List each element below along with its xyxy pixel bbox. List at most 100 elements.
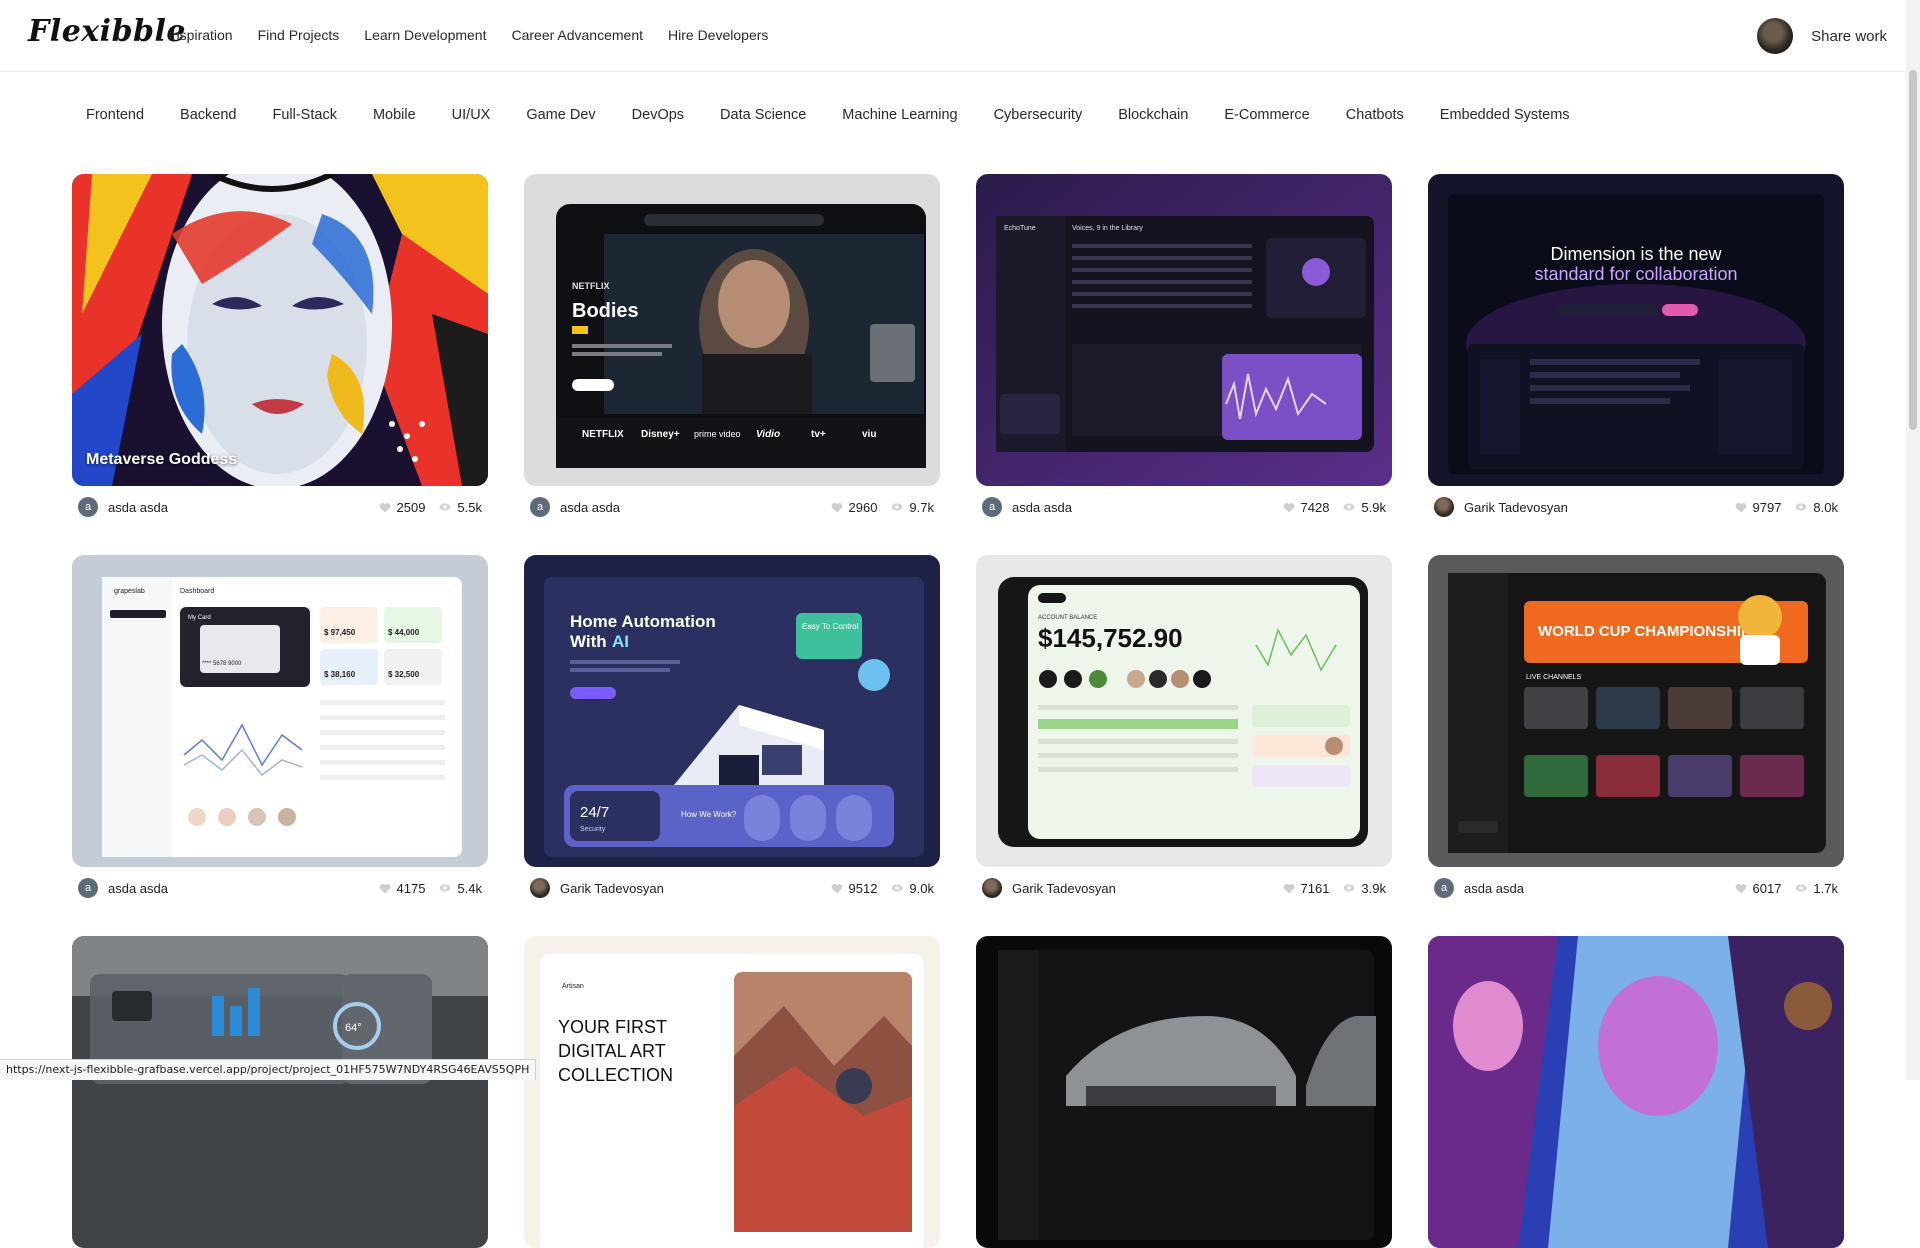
likes-stat: 6017 <box>1735 881 1782 896</box>
main-nav: Inspiration Find Projects Learn Developm… <box>168 27 768 43</box>
project-thumbnail[interactable]: Metaverse Goddess <box>72 174 488 486</box>
category-machine-learning[interactable]: Machine Learning <box>842 107 957 123</box>
heart-icon[interactable] <box>831 502 843 513</box>
project-thumbnail[interactable]: NETFLIX Bodies NETFLIX Disney+ prime vid… <box>524 174 940 486</box>
project-thumbnail[interactable]: grapeslab Dashboard My Card **** 5678 90… <box>72 555 488 867</box>
artwork-image: grapeslab Dashboard My Card **** 5678 90… <box>72 555 488 867</box>
author-name[interactable]: Garik Tadevosyan <box>560 881 817 896</box>
eye-icon <box>891 502 903 512</box>
project-thumbnail[interactable]: Dimension is the new standard for collab… <box>1428 174 1844 486</box>
author-avatar[interactable] <box>530 878 550 898</box>
project-card[interactable]: Artisan YOUR FIRST DIGITAL ART COLLECTIO… <box>524 936 940 1248</box>
author-name[interactable]: asda asda <box>560 500 817 515</box>
category-e-commerce[interactable]: E-Commerce <box>1224 107 1309 123</box>
project-thumbnail[interactable]: ACCOUNT BALANCE $145,752.90 <box>976 555 1392 867</box>
project-card[interactable]: Home Automation With AI Easy To Control … <box>524 555 940 899</box>
author-avatar[interactable] <box>982 878 1002 898</box>
author-name[interactable]: asda asda <box>108 881 365 896</box>
heart-icon[interactable] <box>1283 502 1295 513</box>
nav-career-advancement[interactable]: Career Advancement <box>511 27 643 43</box>
nav-find-projects[interactable]: Find Projects <box>258 27 340 43</box>
likes-stat: 2509 <box>379 500 426 515</box>
category-embedded-systems[interactable]: Embedded Systems <box>1440 107 1570 123</box>
heart-icon[interactable] <box>379 502 391 513</box>
project-thumbnail[interactable]: Home Automation With AI Easy To Control … <box>524 555 940 867</box>
project-thumbnail[interactable]: Artisan YOUR FIRST DIGITAL ART COLLECTIO… <box>524 936 940 1248</box>
project-card[interactable]: ACCOUNT BALANCE $145,752.90 Garik Tadevo… <box>976 555 1392 899</box>
views-count: 5.4k <box>457 881 482 896</box>
author-name[interactable]: asda asda <box>1464 881 1721 896</box>
author-name[interactable]: asda asda <box>1012 500 1269 515</box>
scrollbar-thumb[interactable] <box>1909 70 1917 430</box>
user-avatar[interactable] <box>1757 18 1793 54</box>
project-card[interactable]: WORLD CUP CHAMPIONSHIP LIVE CHANNELS a a… <box>1428 555 1844 899</box>
banner-title: WORLD CUP CHAMPIONSHIP <box>1538 623 1751 640</box>
eye-icon <box>439 883 451 893</box>
project-thumbnail[interactable]: EchoTune Voices, 9 in the Library <box>976 174 1392 486</box>
likes-count: 4175 <box>397 881 426 896</box>
category-blockchain[interactable]: Blockchain <box>1118 107 1188 123</box>
author-avatar[interactable]: a <box>78 497 98 517</box>
views-stat: 8.0k <box>1795 500 1838 515</box>
service-appletv: tv+ <box>811 429 826 440</box>
author-name[interactable]: asda asda <box>108 500 365 515</box>
heart-icon[interactable] <box>1283 883 1295 894</box>
art-headline-3: COLLECTION <box>558 1065 673 1085</box>
project-thumbnail[interactable]: 64° <box>72 936 488 1248</box>
artwork-image: Artisan YOUR FIRST DIGITAL ART COLLECTIO… <box>524 936 940 1248</box>
views-stat: 1.7k <box>1795 881 1838 896</box>
views-count: 1.7k <box>1813 881 1838 896</box>
nav-inspiration[interactable]: Inspiration <box>168 27 233 43</box>
featured-title: Bodies <box>572 300 639 322</box>
library-heading: Voices, 9 in the Library <box>1072 225 1143 232</box>
author-name[interactable]: Garik Tadevosyan <box>1012 881 1269 896</box>
category-mobile[interactable]: Mobile <box>373 107 416 123</box>
nav-learn-development[interactable]: Learn Development <box>364 27 486 43</box>
heart-icon[interactable] <box>379 883 391 894</box>
nav-hire-developers[interactable]: Hire Developers <box>668 27 768 43</box>
project-thumbnail[interactable] <box>1428 936 1844 1248</box>
project-card[interactable]: EchoTune Voices, 9 in the Library a asda… <box>976 174 1392 518</box>
heart-icon[interactable] <box>1735 883 1747 894</box>
heart-icon[interactable] <box>831 883 843 894</box>
category-full-stack[interactable]: Full-Stack <box>272 107 336 123</box>
category-devops[interactable]: DevOps <box>632 107 684 123</box>
project-thumbnail[interactable]: WORLD CUP CHAMPIONSHIP LIVE CHANNELS <box>1428 555 1844 867</box>
author-avatar[interactable] <box>1434 497 1454 517</box>
page-scrollbar[interactable] <box>1906 0 1920 1080</box>
project-card[interactable] <box>1428 936 1844 1248</box>
eye-icon <box>1795 883 1807 893</box>
share-work-link[interactable]: Share work <box>1811 28 1887 45</box>
project-card[interactable] <box>976 936 1392 1248</box>
how-we-work: How We Work? <box>681 810 737 819</box>
flexibble-logo[interactable]: Flexibble <box>28 14 186 49</box>
author-avatar[interactable]: a <box>530 497 550 517</box>
likes-count: 7428 <box>1301 500 1330 515</box>
author-avatar[interactable]: a <box>1434 878 1454 898</box>
project-card[interactable]: Dimension is the new standard for collab… <box>1428 174 1844 518</box>
project-card[interactable]: NETFLIX Bodies NETFLIX Disney+ prime vid… <box>524 174 940 518</box>
profit-value: $ 32,500 <box>388 670 420 679</box>
project-card[interactable]: Metaverse Goddess a asda asda 2509 5.5k <box>72 174 488 518</box>
category-data-science[interactable]: Data Science <box>720 107 806 123</box>
project-meta: a asda asda 7428 5.9k <box>976 496 1392 518</box>
category-cybersecurity[interactable]: Cybersecurity <box>994 107 1083 123</box>
author-avatar[interactable]: a <box>982 497 1002 517</box>
category-chatbots[interactable]: Chatbots <box>1346 107 1404 123</box>
service-viu: viu <box>862 429 876 440</box>
views-count: 3.9k <box>1361 881 1386 896</box>
category-game-dev[interactable]: Game Dev <box>526 107 595 123</box>
project-title[interactable]: Metaverse Goddess <box>86 451 237 469</box>
category-ui-ux[interactable]: UI/UX <box>452 107 491 123</box>
author-avatar[interactable]: a <box>78 878 98 898</box>
eye-icon <box>1795 502 1807 512</box>
likes-stat: 7428 <box>1283 500 1330 515</box>
project-card[interactable]: grapeslab Dashboard My Card **** 5678 90… <box>72 555 488 899</box>
author-name[interactable]: Garik Tadevosyan <box>1464 500 1721 515</box>
category-backend[interactable]: Backend <box>180 107 236 123</box>
category-frontend[interactable]: Frontend <box>86 107 144 123</box>
heart-icon[interactable] <box>1735 502 1747 513</box>
project-meta: Garik Tadevosyan 7161 3.9k <box>976 877 1392 899</box>
project-card[interactable]: 64° <box>72 936 488 1248</box>
project-thumbnail[interactable] <box>976 936 1392 1248</box>
